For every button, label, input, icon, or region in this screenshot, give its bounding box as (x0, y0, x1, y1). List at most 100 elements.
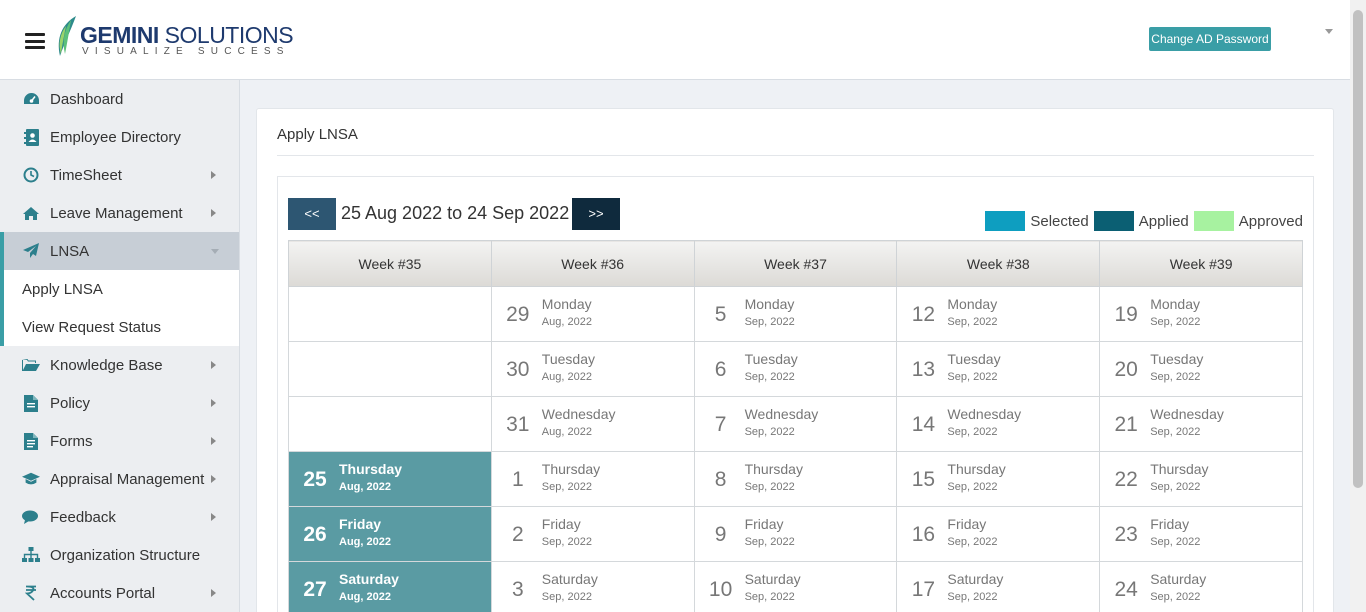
week-header: Week #37 (693, 240, 898, 287)
calendar-row: 25 Thursday Aug, 2022 1 Thursday Sep, 2022 8 Th… (288, 451, 1303, 507)
address-book-icon (22, 128, 40, 146)
legend-swatch-selected (985, 211, 1026, 231)
sidebar-item-employee-directory[interactable]: Employee Directory (0, 118, 239, 156)
weekday-name: Saturday (744, 571, 801, 587)
chevron-right-icon (211, 589, 216, 597)
day-cell[interactable]: 19 Monday Sep, 2022 (1099, 286, 1303, 342)
weekday-name: Wednesday (1150, 406, 1224, 422)
day-cell[interactable]: 20 Tuesday Sep, 2022 (1099, 341, 1303, 397)
month-year: Sep, 2022 (1150, 536, 1201, 548)
day-cell[interactable]: 14 Wednesday Sep, 2022 (896, 396, 1101, 452)
month-year: Aug, 2022 (339, 481, 391, 493)
week-header: Week #36 (490, 240, 695, 287)
sidebar-item-feedback[interactable]: Feedback (0, 498, 239, 536)
user-menu-chevron-down-icon[interactable] (1325, 29, 1333, 34)
top-header: GEMINI SOLUTIONS VISUALIZE SUCCESS Chang… (0, 0, 1350, 80)
sidebar-item-timesheet[interactable]: TimeSheet (0, 156, 239, 194)
day-cell[interactable]: 12 Monday Sep, 2022 (896, 286, 1101, 342)
sidebar-item-forms[interactable]: Forms (0, 422, 239, 460)
day-cell[interactable]: 27 Saturday Aug, 2022 (288, 561, 492, 612)
chevron-right-icon (211, 171, 216, 179)
day-cell[interactable]: 9 Friday Sep, 2022 (693, 506, 898, 562)
change-ad-password-button[interactable]: Change AD Password (1149, 27, 1271, 51)
chevron-right-icon (211, 209, 216, 217)
chevron-right-icon (211, 399, 216, 407)
day-number: 29 (506, 303, 530, 326)
sidebar-item-leave-management[interactable]: Leave Management (0, 194, 239, 232)
week-header: Week #38 (896, 240, 1101, 287)
month-year: Sep, 2022 (744, 316, 795, 328)
sidebar-item-label: Policy (50, 394, 91, 412)
file-icon (22, 394, 40, 412)
calendar-body: 29 Monday Aug, 2022 5 Monday Sep, 2022 12 Monda… (288, 286, 1303, 612)
day-cell[interactable]: 15 Thursday Sep, 2022 (896, 451, 1101, 507)
company-logo[interactable]: GEMINI SOLUTIONS VISUALIZE SUCCESS (54, 14, 294, 64)
month-year: Sep, 2022 (1150, 316, 1201, 328)
sidebar-item-accounts-portal[interactable]: Accounts Portal (0, 574, 239, 612)
day-cell[interactable]: 17 Saturday Sep, 2022 (896, 561, 1101, 612)
day-cell[interactable]: 3 Saturday Sep, 2022 (490, 561, 695, 612)
sidebar-item-organization-structure[interactable]: Organization Structure (0, 536, 239, 574)
day-cell[interactable]: 8 Thursday Sep, 2022 (693, 451, 898, 507)
month-year: Sep, 2022 (1150, 371, 1201, 383)
sidebar: Dashboard Employee Directory TimeSheet L… (0, 80, 240, 612)
next-period-button[interactable]: >> (572, 198, 620, 230)
day-cell[interactable]: 7 Wednesday Sep, 2022 (693, 396, 898, 452)
day-cell[interactable]: 21 Wednesday Sep, 2022 (1099, 396, 1303, 452)
month-year: Sep, 2022 (744, 481, 795, 493)
sidebar-item-knowledge-base[interactable]: Knowledge Base (0, 346, 239, 384)
month-year: Sep, 2022 (744, 426, 795, 438)
calendar-row: 30 Tuesday Aug, 2022 6 Tuesday Sep, 2022 13 Tue… (288, 341, 1303, 397)
legend-swatch-approved (1193, 211, 1234, 231)
day-number: 12 (911, 303, 936, 326)
sidebar-item-dashboard[interactable]: Dashboard (0, 80, 239, 118)
day-cell[interactable]: 5 Monday Sep, 2022 (693, 286, 898, 342)
day-number: 16 (911, 523, 936, 546)
page-title: Apply LNSA (277, 126, 358, 143)
day-cell[interactable]: 24 Saturday Sep, 2022 (1099, 561, 1303, 612)
day-cell[interactable]: 23 Friday Sep, 2022 (1099, 506, 1303, 562)
month-year: Aug, 2022 (339, 536, 391, 548)
calendar-panel: << 25 Aug 2022 to 24 Sep 2022 >> Selecte… (277, 176, 1314, 612)
day-cell[interactable]: 2 Friday Sep, 2022 (490, 506, 695, 562)
month-year: Sep, 2022 (947, 371, 998, 383)
chevron-right-icon (211, 437, 216, 445)
day-cell[interactable]: 6 Tuesday Sep, 2022 (693, 341, 898, 397)
day-cell[interactable]: 31 Wednesday Aug, 2022 (490, 396, 695, 452)
sidebar-item-lnsa[interactable]: LNSA (0, 232, 239, 270)
weekday-name: Monday (541, 296, 592, 312)
weekday-name: Monday (947, 296, 998, 312)
day-cell[interactable]: 26 Friday Aug, 2022 (288, 506, 492, 562)
weekday-name: Friday (744, 516, 784, 532)
weekday-name: Friday (1150, 516, 1190, 532)
day-cell[interactable]: 25 Thursday Aug, 2022 (288, 451, 492, 507)
day-cell[interactable]: 22 Thursday Sep, 2022 (1099, 451, 1303, 507)
weekday-name: Tuesday (947, 351, 1001, 367)
sidebar-subitem-apply-lnsa[interactable]: Apply LNSA (0, 270, 239, 308)
clock-icon (22, 166, 40, 184)
sidebar-item-label: LNSA (50, 242, 90, 260)
day-cell[interactable]: 29 Monday Aug, 2022 (490, 286, 695, 342)
day-number: 13 (911, 358, 936, 381)
legend-label-approved: Approved (1238, 212, 1303, 230)
sidebar-item-label: Feedback (50, 508, 116, 526)
day-cell[interactable]: 13 Tuesday Sep, 2022 (896, 341, 1101, 397)
weekday-name: Thursday (339, 461, 403, 477)
sidebar-subitem-view-request-status[interactable]: View Request Status (0, 308, 239, 346)
page-scrollbar[interactable] (1350, 0, 1366, 612)
month-year: Sep, 2022 (947, 591, 998, 603)
sidebar-item-policy[interactable]: Policy (0, 384, 239, 422)
day-cell[interactable]: 1 Thursday Sep, 2022 (490, 451, 695, 507)
empty-day-cell (288, 396, 492, 452)
month-year: Sep, 2022 (1150, 481, 1201, 493)
graduation-cap-icon (22, 470, 40, 488)
sidebar-item-appraisal-management[interactable]: Appraisal Management (0, 460, 239, 498)
previous-period-button[interactable]: << (288, 198, 336, 230)
day-cell[interactable]: 30 Tuesday Aug, 2022 (490, 341, 695, 397)
scrollbar-thumb[interactable] (1353, 10, 1363, 488)
day-cell[interactable]: 10 Saturday Sep, 2022 (693, 561, 898, 612)
day-cell[interactable]: 16 Friday Sep, 2022 (896, 506, 1101, 562)
menu-toggle-icon[interactable] (25, 33, 45, 49)
logo-name: GEMINI SOLUTIONS (80, 22, 294, 48)
week-header: Week #35 (288, 240, 492, 287)
